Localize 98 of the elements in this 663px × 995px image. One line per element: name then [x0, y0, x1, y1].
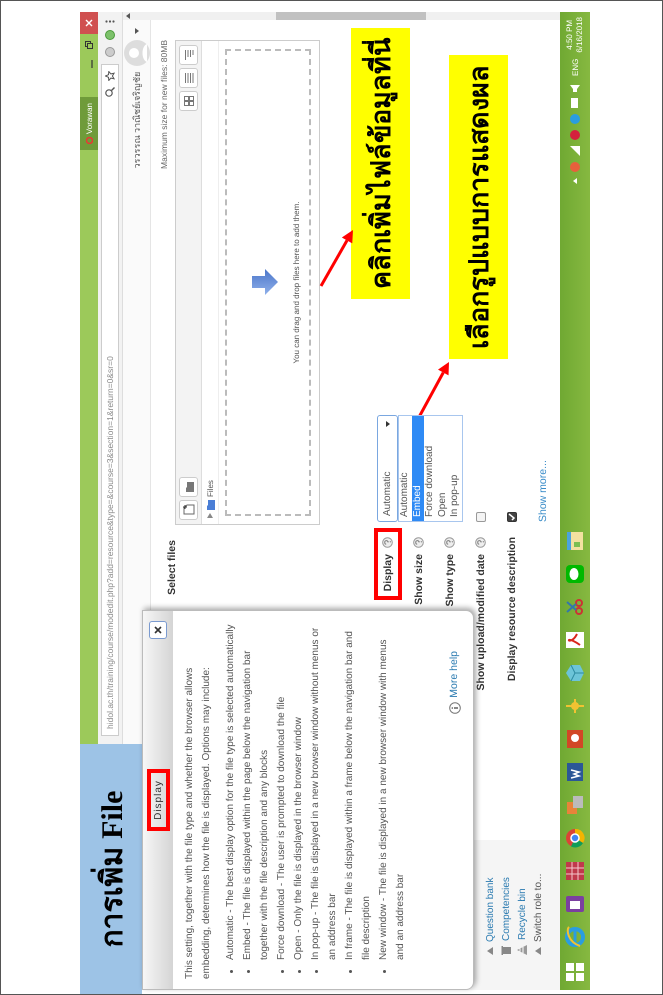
folder-icon: [206, 500, 214, 510]
dropdown-option[interactable]: Force download: [424, 416, 436, 521]
field-label: Display: [382, 554, 394, 592]
clock-date: 6/16/2018: [575, 17, 585, 53]
field-label: Show upload/modified date: [474, 554, 486, 690]
pointer-arrow: [320, 230, 353, 287]
folder-path-text: Files: [206, 480, 214, 497]
caret-icon[interactable]: [134, 28, 138, 34]
help-option-text: Automatic - The best display option for the file type is selected automatically: [224, 624, 237, 960]
help-icon[interactable]: [475, 537, 486, 548]
chat-icon[interactable]: [564, 563, 586, 585]
restore-icon: [85, 41, 93, 49]
expand-triangle-icon: [486, 947, 494, 955]
add-file-button[interactable]: [179, 500, 198, 520]
close-icon: [85, 19, 93, 27]
address-field[interactable]: hidol.ac.th/training/course/modedit.php?add=resource&type=&course=3&section=1&return=0&sr=0: [101, 64, 119, 736]
trash-icon: [501, 946, 511, 955]
view-button[interactable]: [179, 45, 198, 65]
dropdown-option[interactable]: In pop-up: [449, 416, 462, 521]
presentation-icon[interactable]: [564, 728, 586, 750]
bullet-dot: [247, 970, 250, 973]
scissors-icon[interactable]: [564, 596, 586, 618]
display-select[interactable]: Automatic: [377, 415, 398, 522]
callout-label: เลือกรูปแบบการแสดงผล: [449, 55, 508, 359]
field-label: Show type: [444, 554, 456, 607]
field-label: Display resource description: [506, 537, 518, 682]
checkbox[interactable]: [506, 512, 516, 522]
add-file-icon: [182, 504, 194, 516]
popup-title: Display: [146, 769, 170, 831]
bullet-dot: [281, 970, 284, 973]
zoom-icon[interactable]: [105, 87, 115, 97]
clock[interactable]: 4:50 PM 6/16/2018: [565, 17, 585, 53]
help-icon[interactable]: [413, 537, 424, 548]
max-size-note: Maximum size for new files: 80MB: [158, 40, 169, 171]
view-button[interactable]: [179, 91, 198, 111]
view-button[interactable]: [179, 68, 198, 88]
windows-logo-icon: [566, 963, 584, 981]
new-folder-button[interactable]: [179, 477, 198, 497]
drop-hint: You can drag and drop files here to add them.: [292, 201, 301, 364]
scroll-thumb[interactable]: [276, 12, 426, 20]
user-name[interactable]: วรวรรณ วาณิชย์เจริญชัย: [130, 72, 144, 169]
help-icon[interactable]: [444, 537, 455, 548]
input-language[interactable]: ENG: [570, 58, 580, 76]
pdf-icon[interactable]: [564, 629, 586, 651]
dropdown-option[interactable]: Embed: [412, 416, 424, 521]
expand-triangle-icon: [207, 513, 213, 518]
window-app-icon[interactable]: [564, 530, 586, 552]
dropdown-option[interactable]: Open: [436, 416, 449, 521]
pyramid-icon: [517, 945, 527, 955]
help-option-text: New window - The file is displayed in a new browser window with menus and an address bar: [377, 638, 407, 960]
sidebar-item[interactable]: Switch role to...: [532, 874, 544, 942]
calendar-grid-icon[interactable]: [564, 860, 586, 882]
sidebar-item[interactable]: Recycle bin: [516, 888, 528, 940]
down-arrow-icon: [252, 270, 278, 296]
sidebar-item[interactable]: Competencies: [500, 877, 512, 941]
signal-icon[interactable]: [570, 146, 580, 156]
dropdown-option[interactable]: Automatic: [399, 416, 412, 521]
help-option-text: In frame - The file is displayed within a frame below the navigation bar and file description: [343, 630, 373, 960]
close-button[interactable]: [149, 621, 167, 639]
profile-icon: [86, 137, 92, 144]
field-label: Show size: [412, 554, 424, 605]
list-view-icon: [184, 73, 194, 83]
document-title: การเพิ่ม File: [80, 744, 142, 994]
field-label: Select files: [166, 540, 178, 595]
bullet-dot: [298, 970, 301, 973]
help-option-text: Open - Only the file is displayed in the browser window: [292, 717, 305, 960]
checkbox[interactable]: [476, 512, 486, 522]
word-document-icon[interactable]: [564, 761, 586, 783]
e-browser-icon[interactable]: [564, 926, 586, 948]
bullet-dot: [349, 970, 352, 973]
info-icon: [448, 702, 460, 714]
antivirus-icon[interactable]: [570, 130, 580, 140]
show-more-link[interactable]: Show more...: [536, 460, 548, 522]
clock-time: 4:50 PM: [565, 20, 575, 50]
callout-label: คลิกเพิ่มไฟล์ข้อมูลที่นี่: [351, 28, 410, 299]
profile-button[interactable]: Vorawan: [80, 97, 98, 150]
caret-icon: [386, 421, 390, 427]
grid-view-icon: [184, 96, 194, 106]
bullet-dot: [230, 970, 233, 973]
help-text: This setting, together with the file type and whether the browser allows embedding, determines how the file is displayed. Options may include:: [183, 666, 213, 979]
more-help-link[interactable]: More help: [446, 651, 463, 698]
help-icon[interactable]: [382, 537, 393, 548]
star-icon[interactable]: [105, 71, 115, 81]
sidebar-item[interactable]: Question bank: [484, 878, 496, 942]
bullet-dot: [383, 970, 386, 973]
menu-icon[interactable]: [105, 20, 115, 23]
close-icon: [154, 626, 162, 634]
help-option-text: In pop-up - The file is displayed in a new browser window without menus or an address bar: [309, 626, 339, 960]
bullet-dot: [315, 970, 318, 973]
help-option-text: Embed - The file is displayed within the page below the navigation bar together with the file description and any blocks: [241, 650, 271, 960]
expand-triangle-icon: [534, 947, 542, 955]
show-hidden-icon[interactable]: [572, 178, 578, 184]
round-browser-icon[interactable]: [564, 827, 586, 849]
cube-icon[interactable]: [564, 662, 586, 684]
tree-view-icon: [184, 50, 194, 60]
network-icon[interactable]: [570, 98, 580, 108]
notebook-icon[interactable]: [564, 893, 586, 915]
help-option-text: Force download - The user is prompted to download the file: [275, 696, 288, 960]
